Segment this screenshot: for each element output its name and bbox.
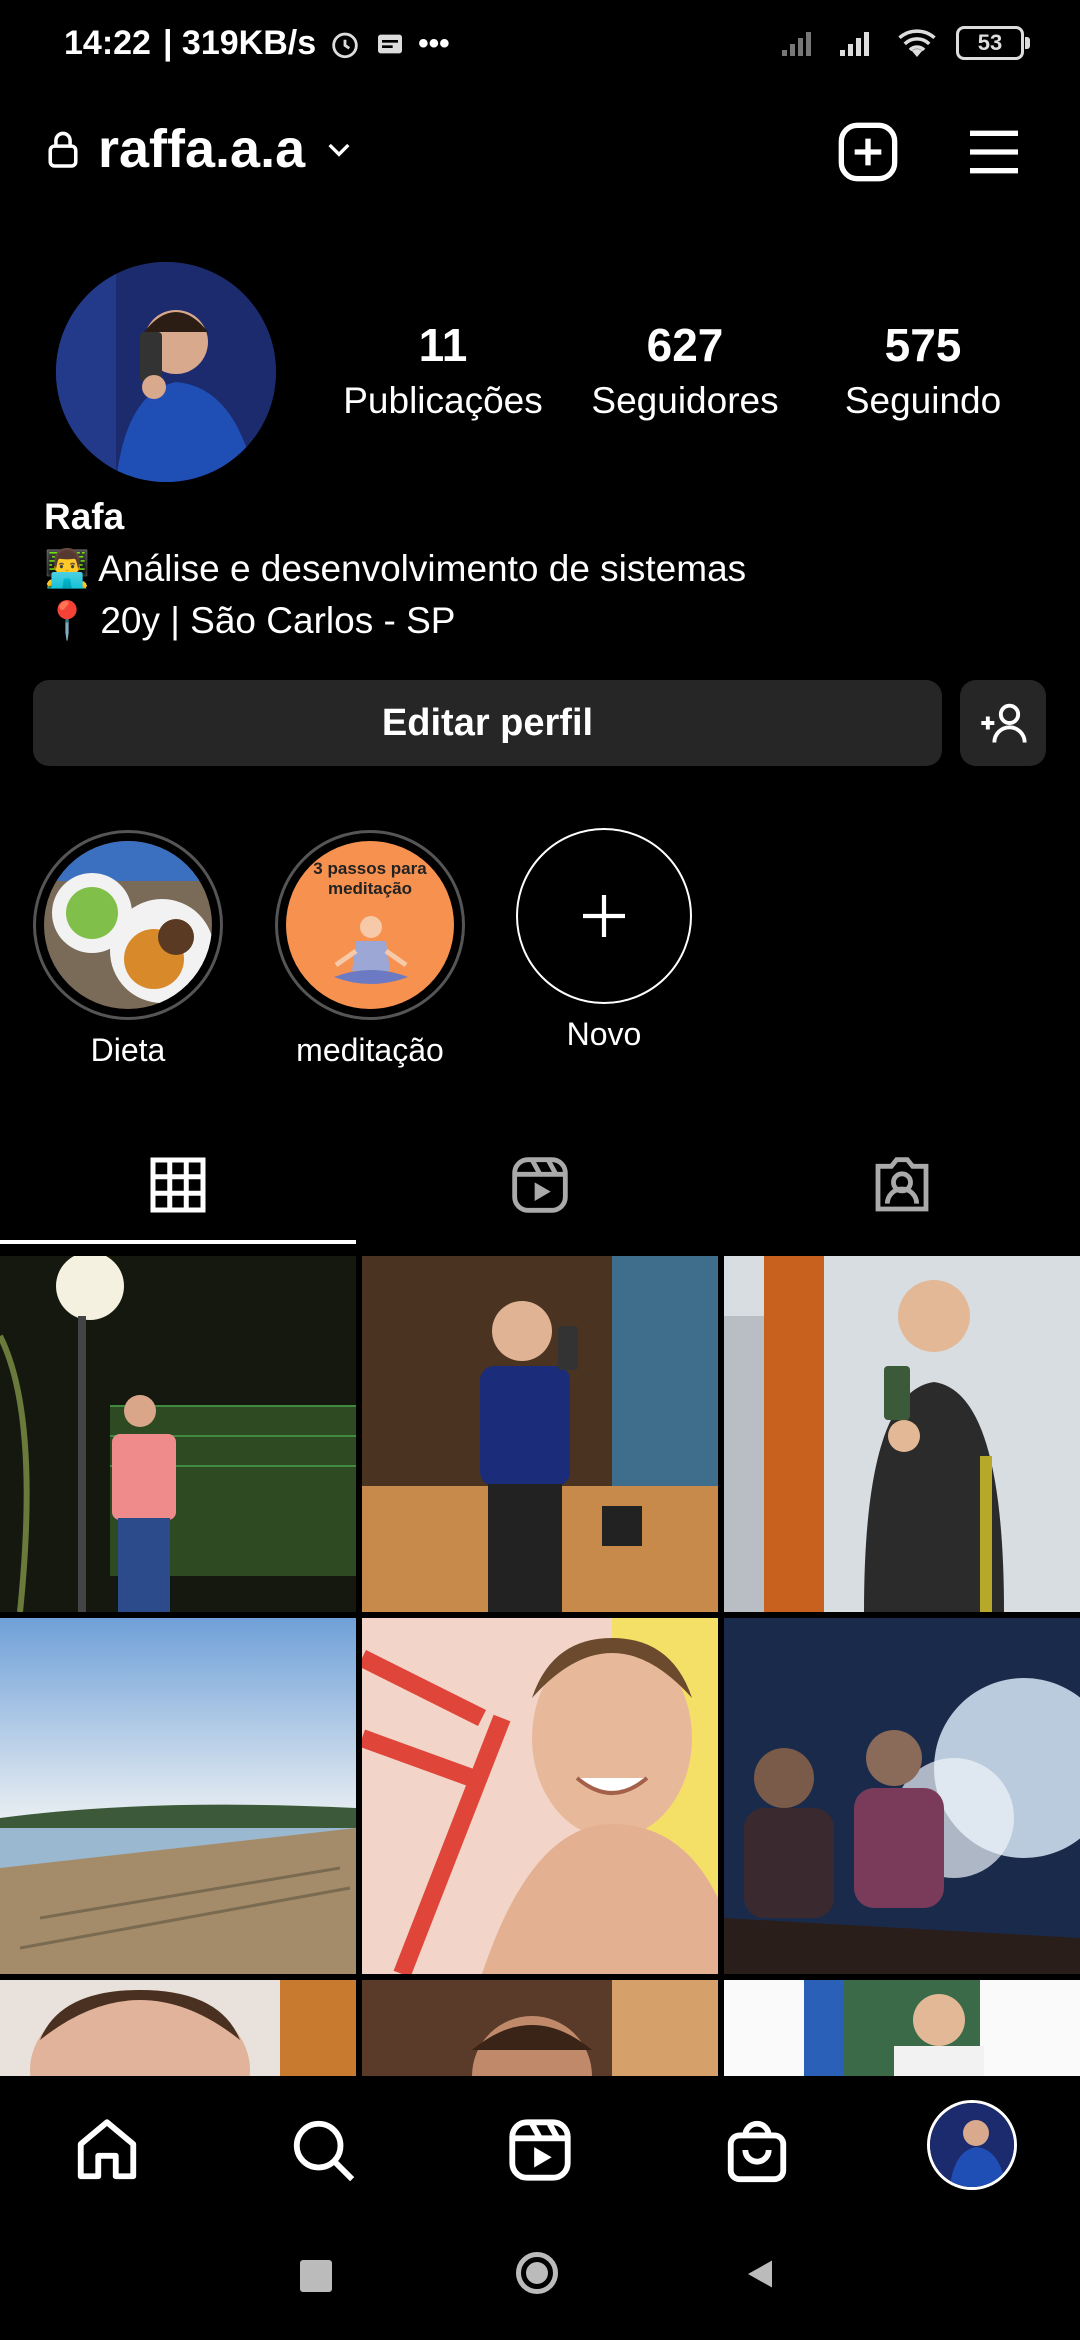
- status-left: 14:22 | 319KB/s •••: [64, 24, 450, 63]
- meditation-figure-icon: [334, 916, 408, 984]
- chevron-down-icon: [328, 143, 350, 157]
- post-image: [362, 1980, 718, 2076]
- followers-label: Seguidores: [591, 380, 779, 421]
- followers-stat[interactable]: 627 Seguidores: [580, 318, 790, 422]
- nav-reels[interactable]: [495, 2105, 585, 2195]
- signal-icon-2: [840, 32, 869, 56]
- post-thumbnail[interactable]: [362, 1980, 718, 2076]
- profile-photo: [56, 262, 276, 482]
- profile-name: Rafa: [44, 496, 125, 537]
- highlight-ring: [33, 830, 223, 1020]
- new-highlight-ring: [516, 828, 692, 1004]
- status-right: 53: [780, 26, 1030, 60]
- post-thumbnail[interactable]: [724, 1980, 1080, 2076]
- highlight-cover-food: [44, 841, 212, 1009]
- back-button[interactable]: [742, 2256, 778, 2292]
- menu-icon[interactable]: [962, 120, 1026, 184]
- nav-profile[interactable]: [927, 2100, 1017, 2190]
- add-person-icon: [981, 703, 1027, 743]
- post-thumbnail[interactable]: [724, 1256, 1080, 1612]
- active-tab-indicator: [0, 1240, 356, 1244]
- post-image: [362, 1618, 718, 1974]
- post-image: [362, 1256, 718, 1612]
- highlight-dieta[interactable]: Dieta: [0, 830, 258, 1069]
- post-image: [724, 1980, 1080, 2076]
- nav-shop[interactable]: [712, 2105, 802, 2195]
- post-thumbnail[interactable]: [0, 1980, 356, 2076]
- post-thumbnail[interactable]: [724, 1618, 1080, 1974]
- highlight-meditacao[interactable]: 3 passos para meditação meditação: [240, 830, 500, 1069]
- nav-search[interactable]: [278, 2105, 368, 2195]
- status-bar: 14:22 | 319KB/s ••• 53: [0, 0, 1080, 96]
- reels-icon: [512, 1157, 568, 1213]
- lock-icon: [48, 131, 78, 168]
- battery-icon: 53: [956, 26, 1030, 60]
- account-switcher[interactable]: raffa.a.a: [46, 118, 355, 180]
- username-title: raffa.a.a: [98, 119, 306, 179]
- bio-line-2: 📍 20y | São Carlos - SP: [44, 600, 456, 641]
- grid-icon: [150, 1157, 206, 1213]
- following-stat[interactable]: 575 Seguindo: [818, 318, 1028, 422]
- home-button-dot: [526, 2262, 548, 2284]
- highlight-ring: 3 passos para meditação: [275, 830, 465, 1020]
- post-thumbnail[interactable]: [362, 1256, 718, 1612]
- post-thumbnail[interactable]: [0, 1256, 356, 1612]
- home-button[interactable]: [516, 2252, 558, 2294]
- post-thumbnail[interactable]: [362, 1618, 718, 1974]
- posts-count: 11: [418, 319, 468, 371]
- highlight-new[interactable]: Novo: [474, 828, 734, 1053]
- status-time: 14:22: [64, 24, 151, 62]
- reels-icon: [509, 2119, 571, 2181]
- search-icon: [293, 2120, 355, 2182]
- plus-icon: [583, 895, 625, 937]
- alarm-icon: [332, 32, 358, 58]
- bio-line-1: 👨‍💻 Análise e desenvolvimento de sistema…: [44, 548, 747, 589]
- tab-reels[interactable]: [480, 1145, 600, 1225]
- message-icon: [378, 34, 403, 53]
- post-image: [0, 1256, 356, 1612]
- new-post-icon[interactable]: [836, 120, 900, 184]
- network-speed: | 319KB/s: [162, 24, 317, 62]
- highlight-cover-text: 3 passos para meditação: [313, 859, 427, 898]
- highlight-label: Dieta: [90, 1032, 166, 1068]
- profile-avatar-small: [930, 2103, 1014, 2187]
- following-count: 575: [884, 319, 962, 371]
- followers-count: 627: [646, 319, 724, 371]
- tab-tagged[interactable]: [842, 1145, 962, 1225]
- highlight-label: Novo: [566, 1016, 642, 1052]
- posts-label: Publicações: [343, 380, 543, 421]
- edit-profile-button[interactable]: Editar perfil: [33, 680, 942, 766]
- more-status-icon: •••: [418, 26, 450, 60]
- header-actions: [836, 120, 1026, 184]
- profile-avatar[interactable]: [56, 262, 276, 482]
- recents-button[interactable]: [300, 2260, 332, 2292]
- posts-stat[interactable]: 11 Publicações: [338, 318, 548, 422]
- post-image: [724, 1618, 1080, 1974]
- post-image: [724, 1256, 1080, 1612]
- signal-icon-1: [782, 32, 811, 56]
- post-image: [0, 1618, 356, 1974]
- highlight-cover-meditation: 3 passos para meditação: [286, 841, 454, 1009]
- nav-home[interactable]: [62, 2105, 152, 2195]
- shopping-bag-icon: [727, 2120, 787, 2183]
- discover-people-button[interactable]: [960, 680, 1046, 766]
- home-icon: [77, 2119, 137, 2180]
- tab-grid[interactable]: [118, 1145, 238, 1225]
- tagged-icon: [875, 1157, 929, 1212]
- post-thumbnail[interactable]: [0, 1618, 356, 1974]
- post-image: [0, 1980, 356, 2076]
- following-label: Seguindo: [844, 380, 1002, 421]
- highlight-label: meditação: [296, 1032, 444, 1068]
- wifi-icon: [898, 29, 936, 57]
